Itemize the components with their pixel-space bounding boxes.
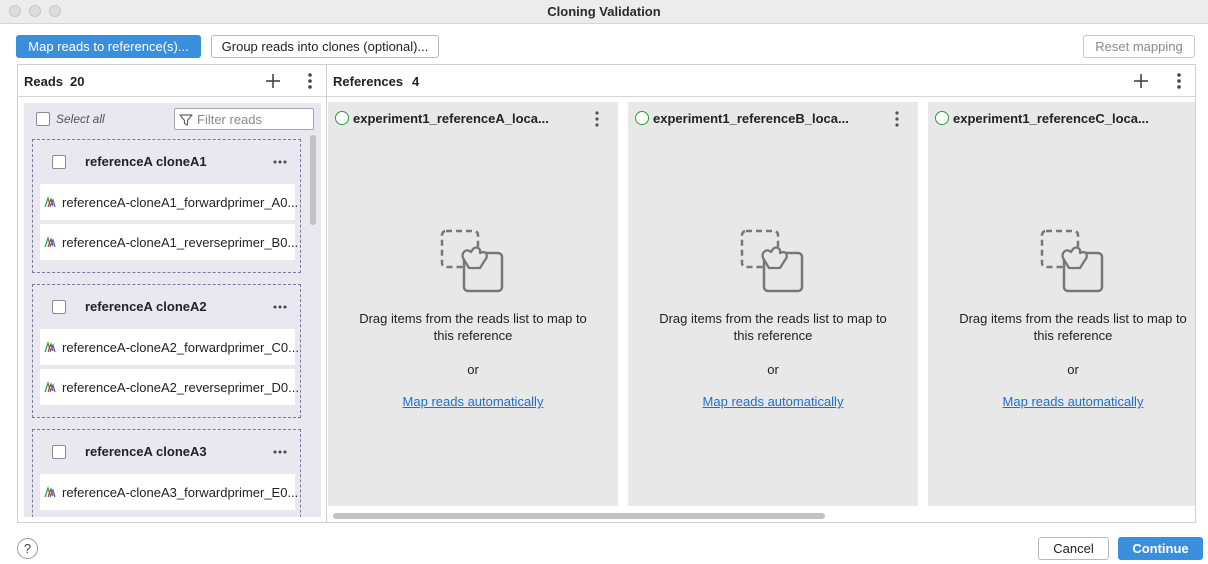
filter-reads-input[interactable] — [197, 111, 311, 127]
clone-group-checkbox[interactable] — [52, 155, 66, 169]
reference-card[interactable]: experiment1_referenceB_loca... Drag item… — [628, 102, 918, 506]
add-read-icon[interactable] — [265, 73, 281, 89]
read-item[interactable]: referenceA-cloneA1_forwardprimer_A0... — [40, 184, 299, 220]
filter-reads-field[interactable] — [174, 108, 314, 130]
map-reads-automatically-link[interactable]: Map reads automatically — [328, 394, 618, 409]
read-item[interactable]: referenceA-cloneA2_reverseprimer_D0... — [40, 369, 299, 405]
reference-card[interactable]: experiment1_referenceA_loca... Drag item… — [328, 102, 618, 506]
references-count: 4 — [412, 74, 420, 89]
map-reads-button[interactable]: Map reads to reference(s)... — [16, 35, 201, 58]
clone-group-name: referenceA cloneA1 — [85, 154, 207, 169]
reads-list: Select all referenceA cloneA1 — [24, 103, 321, 517]
window-title: Cloning Validation — [547, 4, 661, 19]
references-panel: References 4 experiment1_referenceA_loca… — [326, 64, 1196, 523]
group-reads-button[interactable]: Group reads into clones (optional)... — [211, 35, 439, 58]
cancel-button[interactable]: Cancel — [1038, 537, 1109, 560]
reference-name: experiment1_referenceC_loca... — [953, 111, 1149, 126]
clone-group-name: referenceA cloneA2 — [85, 299, 207, 314]
clone-group-more-icon[interactable] — [273, 450, 287, 454]
clone-group-name: referenceA cloneA3 — [85, 444, 207, 459]
title-bar: Cloning Validation — [0, 0, 1208, 24]
reference-name: experiment1_referenceB_loca... — [653, 111, 849, 126]
references-panel-header: References 4 — [327, 65, 1195, 97]
clone-group-header: referenceA cloneA3 — [33, 430, 302, 470]
read-label: referenceA-cloneA1_reverseprimer_B0... — [62, 235, 299, 250]
select-all-row: Select all — [24, 103, 321, 131]
drag-drop-icon — [1040, 229, 1104, 293]
status-circle-icon — [335, 111, 349, 125]
reference-card-header: experiment1_referenceC_loca... — [928, 102, 1208, 134]
reset-mapping-button[interactable]: Reset mapping — [1083, 35, 1195, 58]
or-separator: or — [467, 362, 479, 377]
drag-instructions: Drag items from the reads list to map to… — [359, 311, 587, 343]
add-reference-icon[interactable] — [1133, 73, 1149, 89]
or-separator: or — [1067, 362, 1079, 377]
chromatogram-icon — [44, 341, 56, 353]
reads-more-icon[interactable] — [307, 72, 313, 90]
select-all-label: Select all — [56, 112, 105, 126]
map-reads-automatically-link[interactable]: Map reads automatically — [928, 394, 1208, 409]
read-label: referenceA-cloneA3_forwardprimer_E0... — [62, 485, 299, 500]
read-label: referenceA-cloneA2_forwardprimer_C0... — [62, 340, 299, 355]
select-all-checkbox[interactable] — [36, 112, 50, 126]
read-label: referenceA-cloneA1_forwardprimer_A0... — [62, 195, 299, 210]
clone-group-header: referenceA cloneA2 — [33, 285, 302, 325]
reference-card-header: experiment1_referenceA_loca... — [328, 102, 618, 134]
filter-icon — [179, 114, 193, 126]
continue-button[interactable]: Continue — [1118, 537, 1203, 560]
clone-group-checkbox[interactable] — [52, 445, 66, 459]
clone-group-more-icon[interactable] — [273, 305, 287, 309]
chromatogram-icon — [44, 236, 56, 248]
chromatogram-icon — [44, 381, 56, 393]
drag-drop-icon — [740, 229, 804, 293]
reference-card-header: experiment1_referenceB_loca... — [628, 102, 918, 134]
map-reads-automatically-link[interactable]: Map reads automatically — [628, 394, 918, 409]
clone-group[interactable]: referenceA cloneA1 referenceA-cloneA1_fo… — [32, 139, 301, 273]
status-circle-icon — [635, 111, 649, 125]
clone-group-header: referenceA cloneA1 — [33, 140, 302, 180]
reads-panel-header: Reads 20 — [18, 65, 326, 97]
reads-scrollbar-thumb[interactable] — [310, 135, 316, 225]
clone-group[interactable]: referenceA cloneA2 referenceA-cloneA2_fo… — [32, 284, 301, 418]
drag-instructions: Drag items from the reads list to map to… — [659, 311, 887, 343]
status-circle-icon — [935, 111, 949, 125]
chromatogram-icon — [44, 196, 56, 208]
reads-panel: Reads 20 Select all referenceA cloneA1 — [17, 64, 326, 523]
reference-more-icon[interactable] — [894, 110, 900, 128]
references-title: References — [333, 74, 404, 89]
clone-group-checkbox[interactable] — [52, 300, 66, 314]
references-horizontal-scrollbar[interactable] — [333, 513, 825, 519]
read-item[interactable]: referenceA-cloneA3_forwardprimer_E0... — [40, 474, 299, 510]
read-item[interactable]: referenceA-cloneA2_forwardprimer_C0... — [40, 329, 299, 365]
reference-name: experiment1_referenceA_loca... — [353, 111, 549, 126]
reference-card[interactable]: experiment1_referenceC_loca... Drag item… — [928, 102, 1195, 506]
clone-group[interactable]: referenceA cloneA3 referenceA-cloneA3_fo… — [32, 429, 301, 517]
help-button[interactable]: ? — [17, 538, 38, 559]
or-separator: or — [767, 362, 779, 377]
reads-scrollbar[interactable] — [309, 135, 317, 515]
read-label: referenceA-cloneA2_reverseprimer_D0... — [62, 380, 299, 395]
reference-more-icon[interactable] — [594, 110, 600, 128]
chromatogram-icon — [44, 486, 56, 498]
drag-drop-icon — [440, 229, 504, 293]
drag-instructions: Drag items from the reads list to map to… — [959, 311, 1187, 343]
references-more-icon[interactable] — [1176, 72, 1182, 90]
read-item[interactable]: referenceA-cloneA1_reverseprimer_B0... — [40, 224, 299, 260]
clone-group-more-icon[interactable] — [273, 160, 287, 164]
reads-title: Reads — [24, 74, 64, 89]
reads-count: 20 — [70, 74, 85, 89]
